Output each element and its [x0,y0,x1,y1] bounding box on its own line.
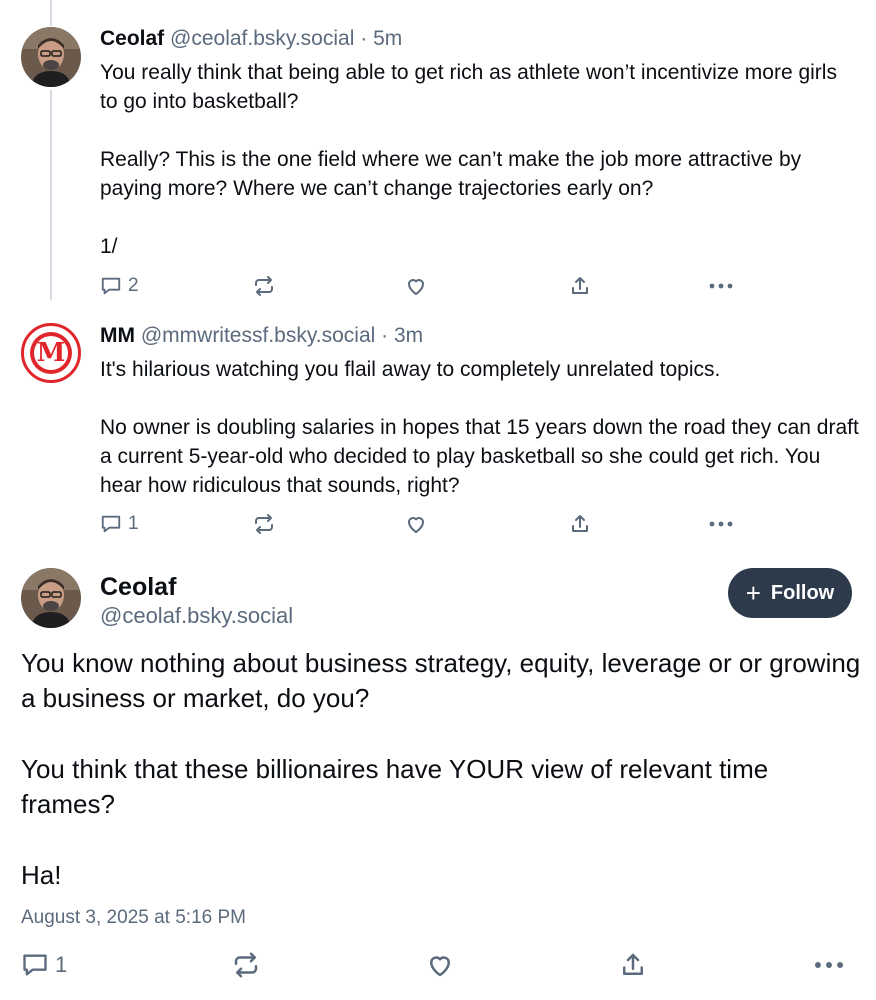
reply-bubble-icon [101,277,121,295]
main-post-paragraph: You know nothing about business strategy… [21,648,861,713]
main-post-paragraph-gap [21,822,861,858]
plus-icon: + [745,578,761,608]
heart-icon [408,279,424,295]
separator-dot: · [381,324,389,347]
main-post-paragraph: You think that these billionaires have Y… [21,754,769,819]
share-button[interactable] [568,509,592,539]
reply-button[interactable]: 1 [100,509,139,539]
main-post-header: Ceolaf @ceolaf.bsky.social + Follow [0,565,876,635]
repost-button[interactable] [231,948,261,982]
avatar[interactable] [21,568,81,628]
author-name[interactable]: MM [100,324,135,347]
separator-dot: · [360,27,368,50]
post-paragraph-gap [100,203,860,232]
avatar[interactable] [21,27,81,87]
thread-line-top [50,0,52,26]
repost-icon [255,276,273,296]
like-button[interactable] [404,509,428,539]
main-author-handle[interactable]: @ceolaf.bsky.social [100,603,293,629]
more-button[interactable] [813,948,845,982]
author-name[interactable]: Ceolaf [100,27,164,50]
reply-count: 1 [55,952,68,977]
reply-button[interactable]: 1 [21,948,67,982]
post-paragraph-gap [100,384,860,413]
heart-icon [430,956,450,977]
like-button[interactable] [404,271,428,301]
reply-bubble-icon [23,954,47,976]
author-handle[interactable]: @ceolaf.bsky.social [170,27,354,50]
share-icon [572,277,588,294]
more-button[interactable] [708,509,734,539]
share-button[interactable] [618,948,648,982]
post-meta: MM @mmwritessf.bsky.social · 3m [100,323,860,349]
author-handle[interactable]: @mmwritessf.bsky.social [141,324,375,347]
main-post-paragraph: Ha! [21,860,62,890]
follow-label: Follow [770,581,835,604]
repost-button[interactable] [252,509,276,539]
repost-icon [255,514,273,534]
follow-button[interactable]: + Follow [728,568,852,618]
post-text: It's hilarious watching you flail away t… [100,355,860,500]
main-post-actions: 1 [21,948,861,982]
share-button[interactable] [568,271,592,301]
post-time[interactable]: 5m [373,27,402,50]
ceolaf-avatar-photo-icon [21,568,81,628]
post-actions: 1 [100,509,740,539]
thread-line [50,90,52,300]
repost-icon [234,952,258,978]
more-dots-icon [709,521,733,527]
post-meta: Ceolaf @ceolaf.bsky.social · 5m [100,26,860,52]
post-time[interactable]: 3m [394,324,423,347]
heart-icon [408,517,424,533]
reply-count: 1 [128,513,139,534]
reply-bubble-icon [101,515,121,533]
main-post-paragraph-gap [21,716,861,752]
post-timestamp: August 3, 2025 at 5:16 PM [21,907,246,928]
share-icon [572,515,588,532]
post-paragraph-gap [100,116,860,145]
post-paragraph: 1/ [100,235,118,258]
reply-count: 2 [128,275,139,296]
share-icon [623,953,643,975]
post-paragraph: Really? This is the one field where we c… [100,148,802,200]
main-post-text: You know nothing about business strategy… [21,646,861,893]
repost-button[interactable] [252,271,276,301]
post-paragraph: You really think that being able to get … [100,61,837,113]
more-button[interactable] [708,271,734,301]
post-paragraph: No owner is doubling salaries in hopes t… [100,416,859,497]
post-paragraph: It's hilarious watching you flail away t… [100,358,721,381]
more-dots-icon [814,962,844,968]
like-button[interactable] [425,948,455,982]
ceolaf-avatar-photo-icon [21,27,81,87]
post-actions: 2 [100,271,740,301]
reply-button[interactable]: 2 [100,271,139,301]
post-text: You really think that being able to get … [100,58,860,261]
mm-avatar-letter: M [36,338,66,368]
avatar[interactable]: M [21,323,81,383]
main-author-name[interactable]: Ceolaf [100,573,176,602]
more-dots-icon [709,283,733,289]
